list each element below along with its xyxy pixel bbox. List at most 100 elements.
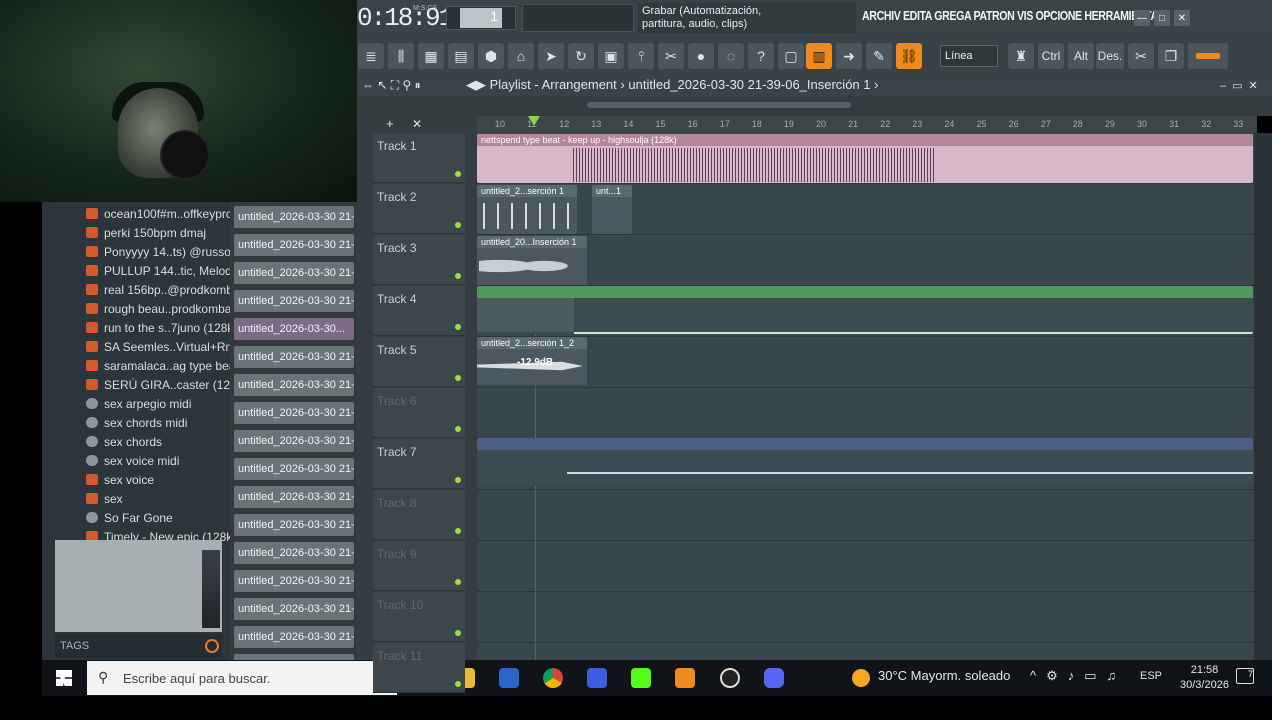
browser-item[interactable]: SA Seemles..Virtual+RnB) bbox=[42, 337, 230, 356]
browser-icon[interactable]: ⌂ bbox=[508, 43, 534, 69]
clip-source-item[interactable]: untitled_2026-03-30 21-... bbox=[234, 486, 354, 508]
select-icon[interactable]: ➤ bbox=[538, 43, 564, 69]
track-mute-led[interactable] bbox=[455, 426, 461, 432]
track-mute-led[interactable] bbox=[455, 681, 461, 687]
app-icon[interactable] bbox=[587, 668, 607, 688]
track-lane[interactable] bbox=[477, 592, 1254, 643]
next-icon[interactable]: ➜ bbox=[836, 43, 862, 69]
clip-source-item[interactable]: untitled_2026-03-30 21-... bbox=[234, 262, 354, 284]
clip-source-item[interactable]: untitled_2026-03-30 21-... bbox=[234, 542, 354, 564]
browser-item[interactable]: sex chords midi bbox=[42, 413, 230, 432]
clip-source-item[interactable]: untitled_2026-03-30 21-... bbox=[234, 570, 354, 592]
help-icon[interactable]: ? bbox=[748, 43, 774, 69]
playlist-pattern-name[interactable]: untitled_2026-03-30 21-39-06_Inserción 1 bbox=[628, 77, 870, 92]
browser-item[interactable]: sex chords bbox=[42, 432, 230, 451]
clip-source-item[interactable]: untitled_2026-03-30 21-... bbox=[234, 206, 354, 228]
clip-source-item[interactable]: untitled_2026-03-30 21-... bbox=[234, 234, 354, 256]
tray-icons[interactable]: ^⚙♪▭♫ bbox=[1030, 668, 1126, 684]
clip-source-item[interactable]: untitled_2026-03-30 21-... bbox=[234, 514, 354, 536]
track-lane[interactable] bbox=[477, 388, 1254, 439]
plugin-icon[interactable]: ⬢ bbox=[478, 43, 504, 69]
playlist-tools-icon[interactable]: ⇔ ↖ ⛶ ⚲ ⏸ bbox=[362, 78, 421, 93]
clip-source-item[interactable]: untitled_2026-03-30 21-... bbox=[234, 346, 354, 368]
browser-item[interactable]: perki 150bpm dmaj bbox=[42, 223, 230, 242]
obs-icon[interactable] bbox=[720, 668, 740, 688]
pattern-number[interactable]: 1 bbox=[460, 8, 502, 28]
clip-source-item[interactable]: untitled_2026-03-30 21-... bbox=[234, 598, 354, 620]
loop-icon[interactable]: ↻ bbox=[568, 43, 594, 69]
track-header[interactable]: Track 1 bbox=[373, 133, 465, 183]
track-header[interactable]: Track 4 bbox=[373, 286, 465, 336]
clip-track5[interactable]: untitled_2...serción 1_2 -12.9dB bbox=[477, 337, 587, 385]
undo-button[interactable]: Des. bbox=[1096, 43, 1124, 69]
store-icon[interactable] bbox=[499, 668, 519, 688]
clip-source-item[interactable]: untitled_2026-03-30 21-... bbox=[234, 626, 354, 648]
close-icon[interactable]: ✕ bbox=[1174, 10, 1190, 26]
alt-button[interactable]: Alt bbox=[1068, 43, 1094, 69]
playlist-scroll[interactable] bbox=[357, 96, 1272, 116]
track-lane[interactable] bbox=[477, 490, 1254, 541]
mixer-icon[interactable]: ⫼ bbox=[388, 43, 414, 69]
track-mute-led[interactable] bbox=[455, 171, 461, 177]
copy-icon[interactable]: ❐ bbox=[1158, 43, 1184, 69]
language-indicator[interactable]: ESP bbox=[1140, 670, 1162, 682]
remove-track-icon[interactable]: ✕ bbox=[412, 117, 422, 131]
browser-item[interactable]: sex bbox=[42, 489, 230, 508]
track-header[interactable]: Track 5 bbox=[373, 337, 465, 387]
tag-search-icon[interactable] bbox=[205, 639, 219, 653]
piano-roll-icon[interactable]: ▤ bbox=[448, 43, 474, 69]
clip-track3[interactable]: untitled_20...Inserción 1 bbox=[477, 236, 587, 285]
mic-icon[interactable]: ● bbox=[688, 43, 714, 69]
track-header[interactable]: Track 7 bbox=[373, 439, 465, 489]
clip-source-item[interactable]: untitled_2026-03-30 21-... bbox=[234, 458, 354, 480]
track-mute-led[interactable] bbox=[455, 375, 461, 381]
browser-item[interactable]: sex arpegio midi bbox=[42, 394, 230, 413]
clip-track7-automation[interactable]: Param. EQ - Nivel de la mezcla bbox=[477, 438, 1253, 486]
playlist-window-controls[interactable]: –▭✕ bbox=[1220, 79, 1264, 92]
browser-item[interactable]: saramalaca..ag type beat bbox=[42, 356, 230, 375]
timeline-ruler[interactable]: 10 11 12 13 14 15 16 17 18 19 20 21 22 23 24 25 26 27 28 29… bbox=[477, 116, 1257, 133]
cut-icon[interactable]: ✂ bbox=[658, 43, 684, 69]
tags-bar[interactable]: TAGS bbox=[55, 634, 222, 658]
browser-item[interactable]: run to the s..7juno (128k) bbox=[42, 318, 230, 337]
browser-item[interactable]: real 156bp..@prodkomba bbox=[42, 280, 230, 299]
stamp-icon[interactable]: ♜ bbox=[1008, 43, 1034, 69]
chat-icon[interactable]: ◌ bbox=[718, 43, 744, 69]
tempo-display[interactable] bbox=[522, 4, 634, 32]
clip-track1[interactable]: nettspend type beat - keep up - highsoul… bbox=[477, 134, 1253, 183]
track-header[interactable]: Track 3 bbox=[373, 235, 465, 285]
browser-item[interactable]: rough beau..prodkomba bbox=[42, 299, 230, 318]
track-header[interactable]: Track 8 bbox=[373, 490, 465, 540]
track-lane[interactable] bbox=[477, 337, 1254, 388]
track-mute-led[interactable] bbox=[455, 222, 461, 228]
main-menu[interactable]: ARCHIV EDITA GREGA PATRON VIS OPCIONE HE… bbox=[862, 8, 1158, 23]
track-mute-led[interactable] bbox=[455, 324, 461, 330]
clip-source-item[interactable]: untitled_2026-03-30 21-... bbox=[234, 430, 354, 452]
clip-source-item[interactable]: untitled_2026-03-30 21-... bbox=[234, 290, 354, 312]
browser-item[interactable]: SERÚ GIRA..caster (128k) bbox=[42, 375, 230, 394]
clip-track2-b[interactable]: unt...1 bbox=[592, 185, 632, 234]
add-track-icon[interactable]: + bbox=[386, 116, 394, 131]
clip-track4-automation[interactable]: Fruity Convolver - Silenciar / Solo bbox=[477, 286, 1253, 334]
discord-icon[interactable] bbox=[764, 668, 784, 688]
track-mute-led[interactable] bbox=[455, 273, 461, 279]
track-lane[interactable] bbox=[477, 541, 1254, 592]
snap-select[interactable]: Línea bbox=[940, 45, 998, 67]
browser-item[interactable]: PULLUP 144..tic, Melodic) bbox=[42, 261, 230, 280]
browser-item[interactable]: sex voice midi bbox=[42, 451, 230, 470]
browser-item[interactable]: sex voice bbox=[42, 470, 230, 489]
fl-studio-icon[interactable] bbox=[675, 668, 695, 688]
pencil-icon[interactable]: ✎ bbox=[866, 43, 892, 69]
track-mute-led[interactable] bbox=[455, 630, 461, 636]
clip-track2-a[interactable]: untitled_2...serción 1 bbox=[477, 185, 577, 234]
track-mute-led[interactable] bbox=[455, 477, 461, 483]
clip-source-item[interactable]: untitled_2026-03-30 21-... bbox=[234, 402, 354, 424]
track-header[interactable]: Track 2 bbox=[373, 184, 465, 234]
track-header[interactable]: Track 9 bbox=[373, 541, 465, 591]
weather-text[interactable]: 30°C Mayorm. soleado bbox=[878, 668, 1010, 683]
browser-item[interactable]: ocean100f#m..offkeyprod bbox=[42, 204, 230, 223]
clip-source-item[interactable]: untitled_2026-03-30... bbox=[234, 318, 354, 340]
playlist-icon[interactable]: ≣ bbox=[358, 43, 384, 69]
track-mute-led[interactable] bbox=[455, 579, 461, 585]
keyboard-icon[interactable]: ▥ bbox=[806, 43, 832, 69]
